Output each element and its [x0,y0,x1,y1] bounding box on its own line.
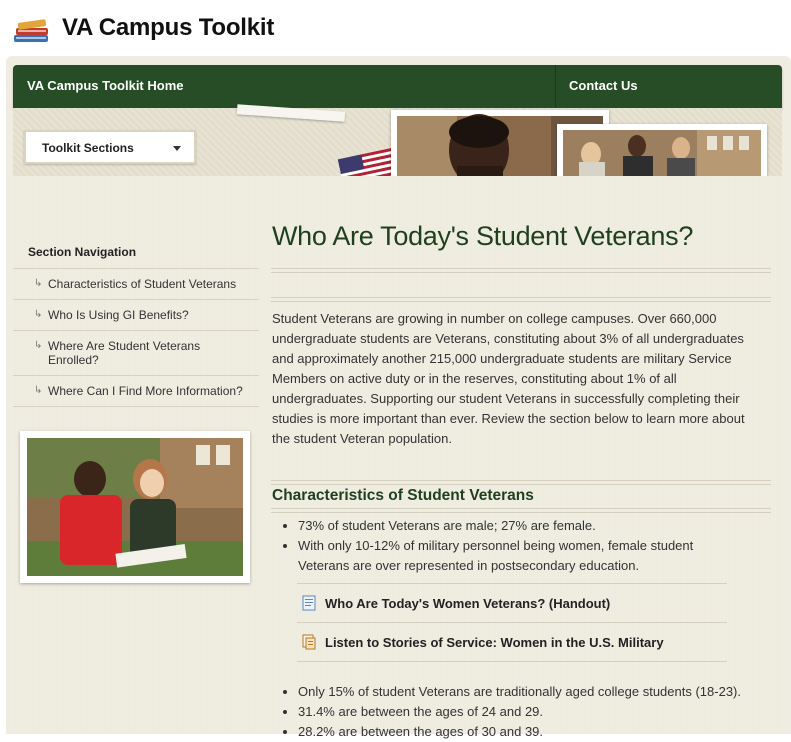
site-title[interactable]: VA Campus Toolkit [62,14,274,42]
nav-contact-link[interactable]: Contact Us [569,78,638,93]
nav-home-link[interactable]: VA Campus Toolkit Home [27,78,184,93]
sidebar-item-label: Characteristics of Student Veterans [48,277,237,291]
sidebar-photo-students-reading [20,431,250,583]
sidebar-item-characteristics[interactable]: ↳ Characteristics of Student Veterans [13,268,259,299]
list-item: Only 15% of student Veterans are traditi… [298,682,778,702]
sidebar-item-gi-benefits[interactable]: ↳ Who Is Using GI Benefits? [13,299,259,330]
page-title: Who Are Today's Student Veterans? [272,221,694,251]
section-navigation-heading: Section Navigation [28,245,137,259]
sub-arrow-icon: ↳ [34,340,43,351]
document-icon [302,595,316,611]
sub-arrow-icon: ↳ [34,385,43,396]
list-item: 73% of student Veterans are male; 27% ar… [298,516,738,536]
divider [271,508,771,513]
resource-label: Who Are Today's Women Veterans? (Handout… [325,596,611,611]
sidebar-item-more-info[interactable]: ↳ Where Can I Find More Information? [13,375,259,407]
toolkit-sections-label: Toolkit Sections [42,141,134,155]
banner-photo-students [557,124,767,176]
section-navigation: ↳ Characteristics of Student Veterans ↳ … [13,268,259,407]
intro-paragraph: Student Veterans are growing in number o… [272,311,745,446]
toolkit-sections-dropdown[interactable]: Toolkit Sections [24,130,196,164]
audio-transcript-icon [302,634,316,650]
sidebar-item-enrolled[interactable]: ↳ Where Are Student Veterans Enrolled? [13,330,259,375]
sidebar-item-label: Where Are Student Veterans Enrolled? [48,339,201,367]
facts-list-ages: Only 15% of student Veterans are traditi… [272,682,778,742]
section-heading-characteristics: Characteristics of Student Veterans [272,487,534,504]
site-header: VA Campus Toolkit [0,0,791,56]
facts-list: 73% of student Veterans are male; 27% ar… [272,516,738,576]
nav-divider [555,65,556,108]
resource-link-stories-of-service[interactable]: Listen to Stories of Service: Women in t… [297,623,727,662]
resource-label: Listen to Stories of Service: Women in t… [325,635,664,650]
divider [271,268,771,273]
list-item: With only 10-12% of military personnel b… [298,536,738,576]
list-item: 28.2% are between the ages of 30 and 39. [298,722,778,742]
sidebar-item-label: Where Can I Find More Information? [48,384,243,398]
main-nav: VA Campus Toolkit Home Contact Us [13,65,782,108]
divider [271,297,771,302]
resource-list: Who Are Today's Women Veterans? (Handout… [297,583,727,662]
chevron-down-icon [173,146,181,151]
sub-arrow-icon: ↳ [34,278,43,289]
books-icon[interactable] [12,17,52,45]
sub-arrow-icon: ↳ [34,309,43,320]
list-item: 31.4% are between the ages of 24 and 29. [298,702,778,722]
resource-link-women-veterans-handout[interactable]: Who Are Today's Women Veterans? (Handout… [297,584,727,623]
sidebar-item-label: Who Is Using GI Benefits? [48,308,189,322]
divider [271,480,771,485]
